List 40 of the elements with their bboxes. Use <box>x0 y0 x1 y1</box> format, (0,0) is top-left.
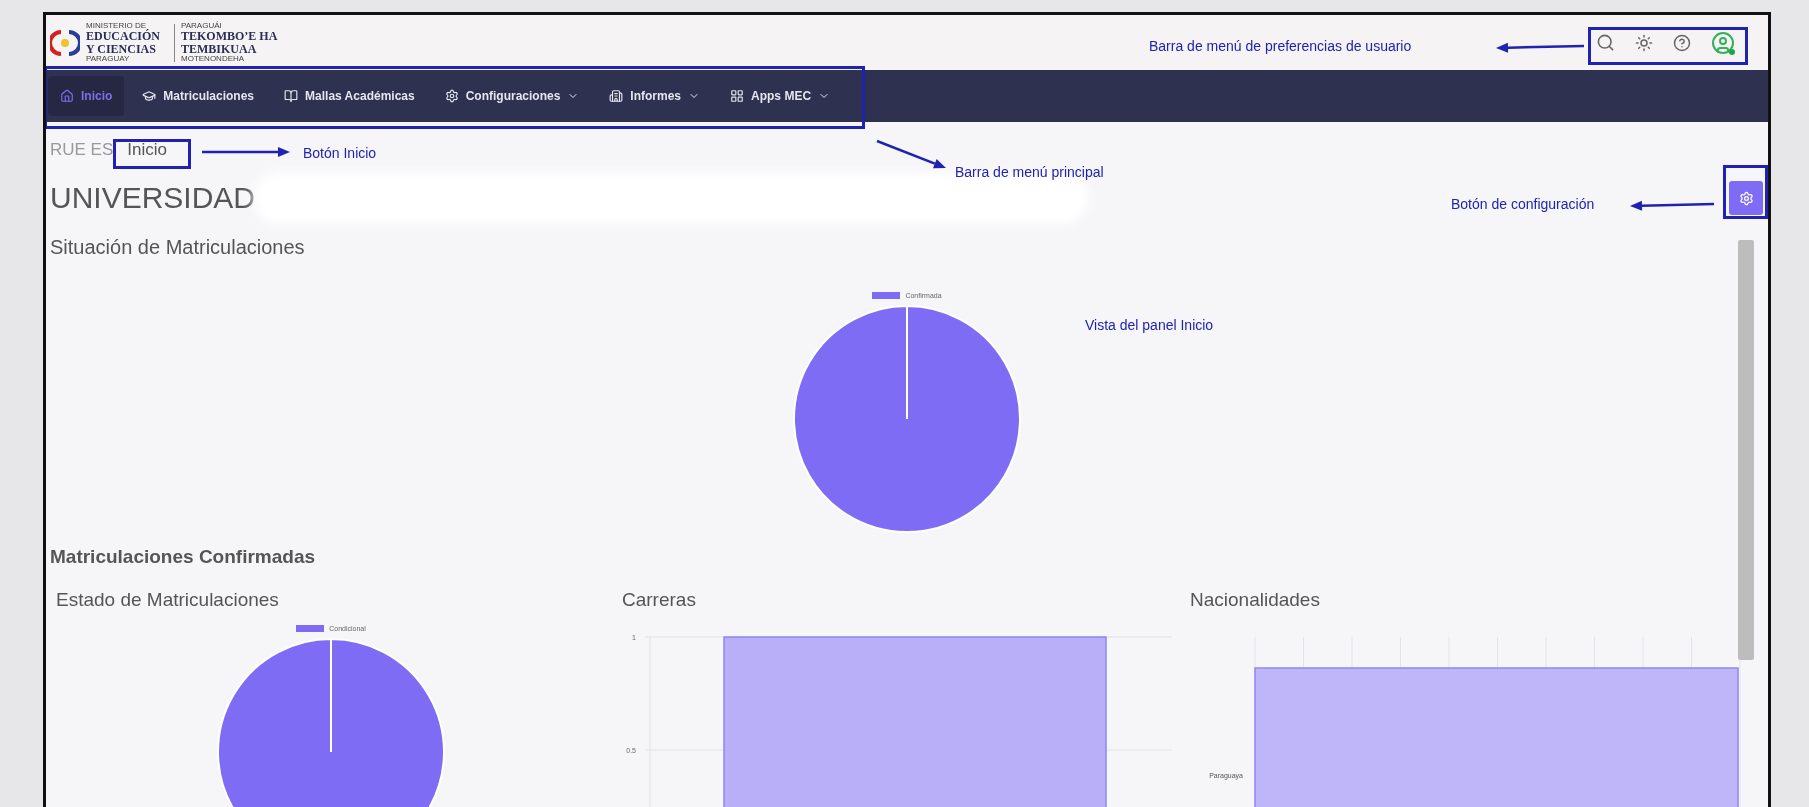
settings-icon <box>1738 190 1754 206</box>
logo-text: MINISTERIO DE <box>86 21 146 30</box>
logo-text: PARAGUÁI <box>181 21 223 30</box>
chart-title: Estado de Matriculaciones <box>56 589 280 611</box>
highlight-frame <box>1723 165 1768 219</box>
chart-title: Nacionalidades <box>1190 589 1321 611</box>
user-avatar-icon[interactable] <box>1711 30 1735 55</box>
emblem-icon <box>50 27 80 58</box>
sun-icon[interactable] <box>1635 33 1653 52</box>
page-title: UNIVERSIDAD <box>50 181 256 215</box>
logo-text: PARAGUAY <box>86 55 131 64</box>
logo-text: MOTENONDEHA <box>181 55 246 64</box>
grid-icon <box>730 89 745 103</box>
settings-button[interactable] <box>1729 181 1763 215</box>
chart-title: Carreras <box>622 589 697 611</box>
annotation-label: Botón de configuración <box>1451 196 1595 212</box>
breadcrumb-item: Inicio <box>126 140 168 160</box>
annotation-label: Barra de menú principal <box>955 164 1104 180</box>
annotation-arrow <box>876 139 946 169</box>
graduation-cap-icon <box>142 89 157 103</box>
settings-icon <box>444 89 459 103</box>
menu-item[interactable]: Informes <box>597 76 713 116</box>
section-title: Matriculaciones Confirmadas <box>49 545 316 569</box>
menu-item[interactable]: Configuraciones <box>432 76 592 116</box>
building-icon <box>609 89 624 103</box>
home-icon <box>60 89 74 103</box>
logo-text: TEKOMBOʼE HA TEMBIKUAA <box>181 29 279 56</box>
section-title: Situación de Matriculaciones <box>49 234 305 260</box>
menu-item[interactable]: Mallas Académicas <box>272 76 427 116</box>
menu-item[interactable]: Apps MEC <box>718 76 843 116</box>
book-icon <box>284 89 299 103</box>
menu-item[interactable]: Inicio <box>48 76 125 116</box>
menu-item[interactable]: Matriculaciones <box>130 76 267 116</box>
annotation-label: Barra de menú de preferencias de usuario <box>1149 38 1412 54</box>
logo-text: EDUCACIÓN Y CIENCIAS <box>86 29 161 56</box>
annotation-label: Botón Inicio <box>303 145 377 161</box>
scrollbar[interactable] <box>1738 240 1754 660</box>
annotation-label: Vista del panel Inicio <box>1085 317 1214 333</box>
help-icon[interactable] <box>1673 33 1691 52</box>
search-icon[interactable] <box>1596 33 1615 52</box>
